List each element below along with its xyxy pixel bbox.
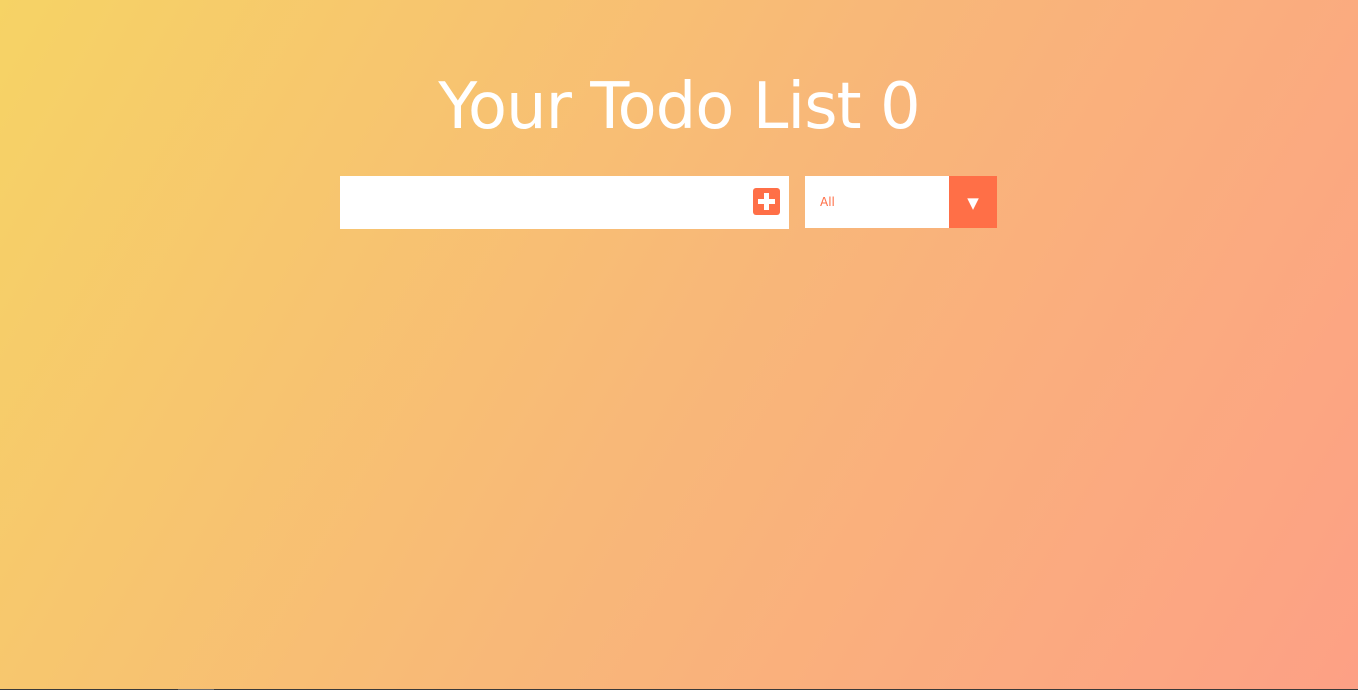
plus-icon bbox=[758, 193, 775, 210]
filter-select[interactable]: All ▼ bbox=[805, 176, 997, 228]
todo-input-wrapper bbox=[340, 176, 789, 229]
todo-input[interactable] bbox=[340, 176, 740, 229]
page-title: Your Todo List 0 bbox=[438, 69, 920, 144]
add-todo-button[interactable] bbox=[753, 188, 780, 215]
dropdown-arrow-icon[interactable]: ▼ bbox=[949, 176, 997, 228]
filter-selected-value: All bbox=[820, 195, 835, 209]
